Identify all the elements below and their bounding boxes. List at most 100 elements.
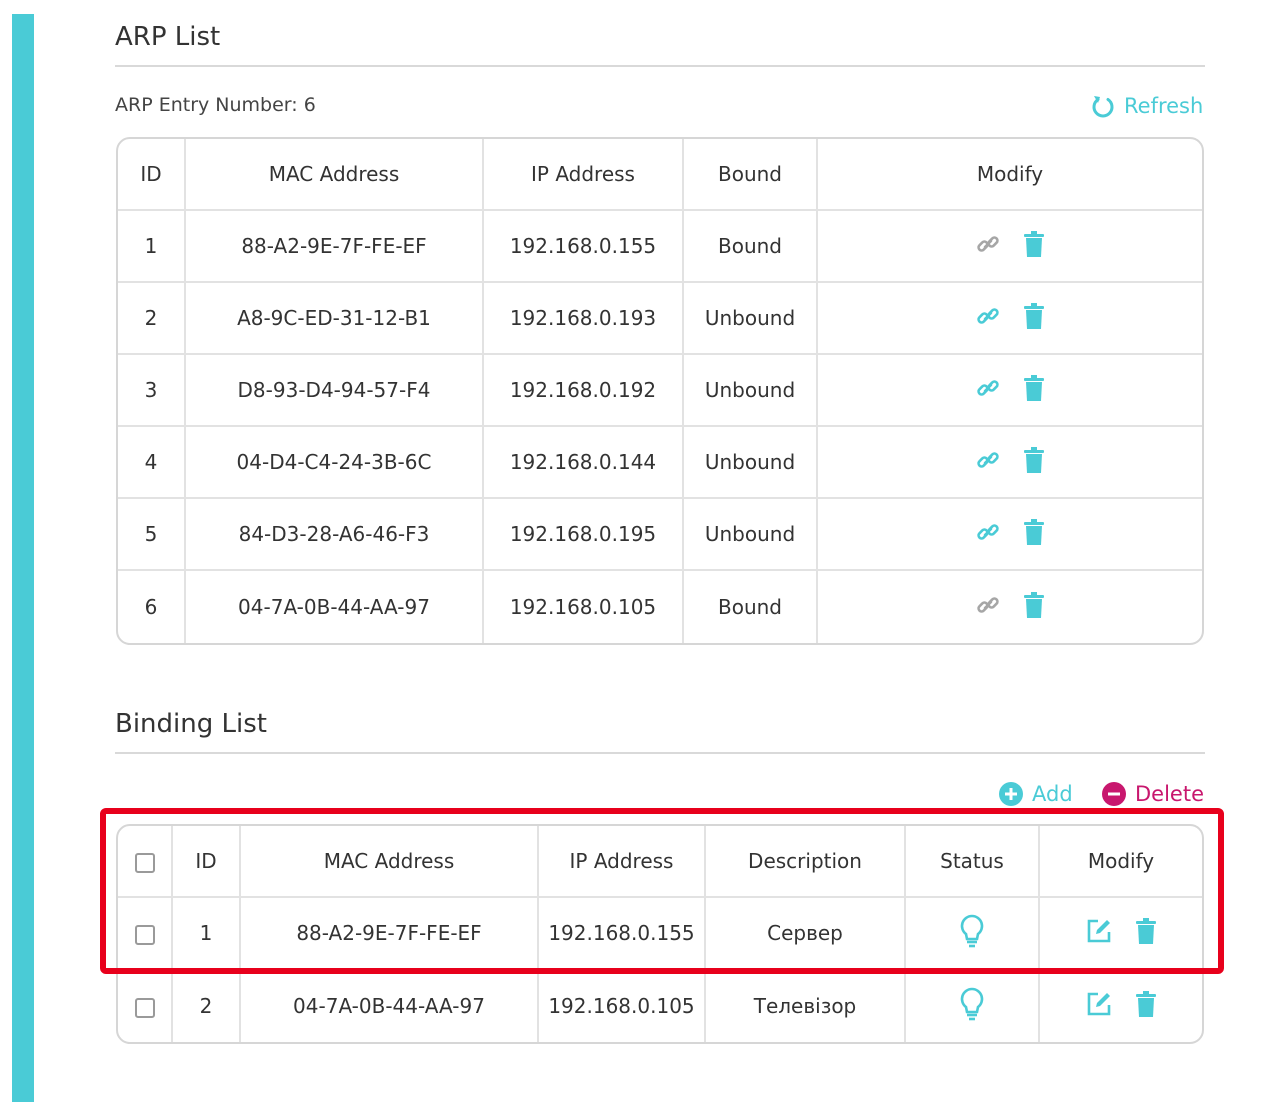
arp-cell-bound: Bound (684, 211, 818, 283)
arp-cell-ip: 192.168.0.193 (484, 283, 684, 355)
row-checkbox[interactable] (134, 997, 155, 1018)
sidebar-accent-bar (12, 14, 34, 1102)
arp-cell-bound: Unbound (684, 283, 818, 355)
arp-cell-modify (818, 427, 1202, 499)
add-button[interactable]: Add (998, 781, 1073, 807)
arp-header-modify: Modify (818, 139, 1202, 211)
trash-icon[interactable] (1023, 518, 1045, 545)
binding-header-select-all (118, 826, 173, 898)
trash-icon[interactable] (1135, 990, 1157, 1017)
arp-cell-bound: Unbound (684, 499, 818, 571)
lightbulb-icon[interactable] (959, 987, 985, 1021)
arp-cell-bound: Bound (684, 571, 818, 643)
binding-cell-id: 1 (173, 898, 241, 970)
link-icon[interactable] (975, 519, 1001, 545)
arp-cell-ip: 192.168.0.105 (484, 571, 684, 643)
binding-cell-description: Телевізор (706, 970, 906, 1042)
arp-cell-modify (818, 283, 1202, 355)
binding-header-mac: MAC Address (241, 826, 539, 898)
arp-cell-ip: 192.168.0.155 (484, 211, 684, 283)
arp-header-bound: Bound (684, 139, 818, 211)
arp-table-row: 2 A8-9C-ED-31-12-B1 192.168.0.193 Unbound (118, 283, 1202, 355)
binding-table-row: 1 88-A2-9E-7F-FE-EF 192.168.0.155 Сервер (118, 898, 1202, 970)
arp-cell-modify (818, 571, 1202, 643)
arp-cell-mac: D8-93-D4-94-57-F4 (186, 355, 484, 427)
binding-list-title: Binding List (115, 709, 267, 739)
arp-cell-mac: 84-D3-28-A6-46-F3 (186, 499, 484, 571)
refresh-button[interactable]: Refresh (1090, 93, 1203, 119)
arp-cell-id: 3 (118, 355, 186, 427)
minus-circle-icon (1101, 781, 1127, 807)
binding-cell-id: 2 (173, 970, 241, 1042)
binding-title-divider (115, 752, 1205, 754)
binding-table-header: ID MAC Address IP Address Description St… (118, 826, 1202, 898)
link-icon (975, 592, 1001, 618)
refresh-label: Refresh (1124, 94, 1204, 118)
binding-cell-select (118, 898, 173, 970)
arp-entry-number-value: 6 (303, 94, 316, 116)
binding-cell-mac: 04-7A-0B-44-AA-97 (241, 970, 539, 1042)
binding-header-ip: IP Address (539, 826, 706, 898)
arp-cell-id: 1 (118, 211, 186, 283)
edit-icon[interactable] (1085, 917, 1113, 945)
arp-cell-id: 4 (118, 427, 186, 499)
delete-label: Delete (1135, 782, 1204, 806)
binding-cell-mac: 88-A2-9E-7F-FE-EF (241, 898, 539, 970)
arp-cell-ip: 192.168.0.195 (484, 499, 684, 571)
arp-table-row: 6 04-7A-0B-44-AA-97 192.168.0.105 Bound (118, 571, 1202, 643)
link-icon (975, 231, 1001, 257)
arp-cell-id: 2 (118, 283, 186, 355)
binding-cell-status (906, 898, 1040, 970)
trash-icon[interactable] (1023, 230, 1045, 257)
binding-header-status: Status (906, 826, 1040, 898)
arp-cell-id: 6 (118, 571, 186, 643)
row-checkbox[interactable] (134, 924, 155, 945)
arp-list-title: ARP List (115, 22, 221, 52)
trash-icon[interactable] (1135, 917, 1157, 944)
link-icon[interactable] (975, 447, 1001, 473)
edit-icon[interactable] (1085, 990, 1113, 1018)
binding-header-id: ID (173, 826, 241, 898)
arp-header-ip: IP Address (484, 139, 684, 211)
binding-cell-ip: 192.168.0.155 (539, 898, 706, 970)
binding-cell-select (118, 970, 173, 1042)
trash-icon[interactable] (1023, 302, 1045, 329)
arp-cell-mac: 04-D4-C4-24-3B-6C (186, 427, 484, 499)
arp-cell-modify (818, 499, 1202, 571)
arp-table-row: 1 88-A2-9E-7F-FE-EF 192.168.0.155 Bound (118, 211, 1202, 283)
arp-entry-number: ARP Entry Number: 6 (115, 94, 316, 116)
arp-cell-ip: 192.168.0.192 (484, 355, 684, 427)
arp-table-row: 3 D8-93-D4-94-57-F4 192.168.0.192 Unbound (118, 355, 1202, 427)
plus-circle-icon (998, 781, 1024, 807)
binding-header-description: Description (706, 826, 906, 898)
arp-cell-mac: 88-A2-9E-7F-FE-EF (186, 211, 484, 283)
trash-icon[interactable] (1023, 374, 1045, 401)
link-icon[interactable] (975, 375, 1001, 401)
arp-title-divider (115, 65, 1205, 67)
arp-cell-modify (818, 211, 1202, 283)
arp-entry-number-label: ARP Entry Number: (115, 94, 298, 116)
binding-cell-status (906, 970, 1040, 1042)
binding-cell-ip: 192.168.0.105 (539, 970, 706, 1042)
binding-cell-description: Сервер (706, 898, 906, 970)
arp-header-mac: MAC Address (186, 139, 484, 211)
arp-cell-bound: Unbound (684, 427, 818, 499)
arp-cell-id: 5 (118, 499, 186, 571)
arp-table-row: 5 84-D3-28-A6-46-F3 192.168.0.195 Unbound (118, 499, 1202, 571)
arp-cell-mac: A8-9C-ED-31-12-B1 (186, 283, 484, 355)
binding-table: ID MAC Address IP Address Description St… (116, 824, 1204, 1044)
lightbulb-icon[interactable] (959, 914, 985, 948)
add-label: Add (1032, 782, 1073, 806)
arp-cell-modify (818, 355, 1202, 427)
binding-cell-modify (1040, 898, 1202, 970)
select-all-checkbox[interactable] (134, 852, 155, 873)
trash-icon[interactable] (1023, 446, 1045, 473)
trash-icon[interactable] (1023, 591, 1045, 618)
delete-button[interactable]: Delete (1101, 781, 1204, 807)
binding-cell-modify (1040, 970, 1202, 1042)
arp-table: ID MAC Address IP Address Bound Modify 1… (116, 137, 1204, 645)
arp-cell-ip: 192.168.0.144 (484, 427, 684, 499)
link-icon[interactable] (975, 303, 1001, 329)
binding-table-row: 2 04-7A-0B-44-AA-97 192.168.0.105 Телевізор (118, 970, 1202, 1042)
arp-cell-mac: 04-7A-0B-44-AA-97 (186, 571, 484, 643)
